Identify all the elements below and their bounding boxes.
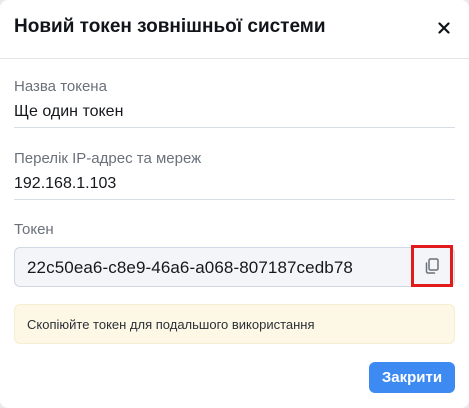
copy-icon	[425, 258, 439, 274]
copy-notice-text: Скопіюйте токен для подальшого використа…	[27, 317, 315, 332]
token-label: Токен	[14, 221, 54, 238]
close-dialog-button[interactable]: Закрити	[369, 362, 455, 393]
new-token-dialog: Новий токен зовнішньої системи Назва ток…	[0, 0, 469, 408]
token-value-box[interactable]: 22c50ea6-c8e9-46a6-a068-807187cedb78	[14, 247, 455, 287]
ip-list-label: Перелік IP-адрес та мереж	[14, 150, 202, 167]
token-name-input[interactable]: Ще один токен	[14, 103, 455, 128]
token-name-label: Назва токена	[14, 78, 107, 95]
token-name-field: Назва токена Ще один токен	[14, 78, 455, 128]
ip-list-field: Перелік IP-адрес та мереж 192.168.1.103	[14, 150, 455, 200]
dialog-header: Новий токен зовнішньої системи	[0, 0, 469, 59]
copy-notice: Скопіюйте токен для подальшого використа…	[14, 304, 455, 344]
dialog-title: Новий токен зовнішньої системи	[14, 16, 326, 37]
ip-list-input[interactable]: 192.168.1.103	[14, 175, 455, 200]
close-button[interactable]	[431, 14, 457, 42]
copy-token-button[interactable]	[411, 245, 453, 287]
token-field: Токен	[14, 221, 455, 238]
close-icon	[438, 22, 450, 34]
token-value: 22c50ea6-c8e9-46a6-a068-807187cedb78	[27, 258, 353, 277]
